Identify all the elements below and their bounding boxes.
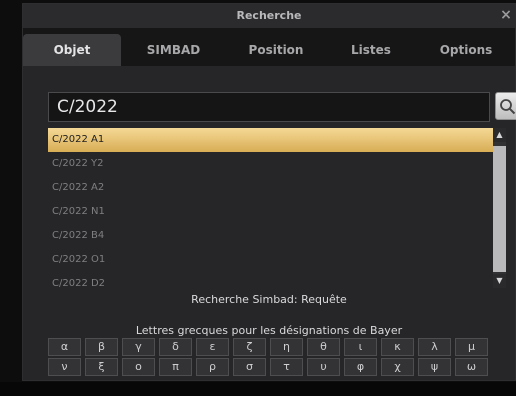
greek-letter-button[interactable]: ζ [233, 338, 266, 356]
list-item[interactable]: C/2022 Y2 [48, 152, 494, 176]
greek-letter-button[interactable]: σ [233, 358, 266, 376]
greek-letter-button[interactable]: τ [270, 358, 303, 376]
results-list: C/2022 A1 C/2022 Y2 C/2022 A2 C/2022 N1 … [48, 128, 506, 288]
greek-letter-button[interactable]: χ [381, 358, 414, 376]
window-title: Recherche [236, 9, 302, 22]
tab-listes[interactable]: Listes [331, 34, 411, 66]
greek-letter-button[interactable]: ε [196, 338, 229, 356]
greek-letter-button[interactable]: ξ [85, 358, 118, 376]
bottom-strip [0, 382, 516, 396]
greek-letter-button[interactable]: φ [344, 358, 377, 376]
greek-letter-button[interactable]: υ [307, 358, 340, 376]
greek-letter-button[interactable]: ω [455, 358, 488, 376]
search-icon [500, 99, 516, 115]
simbad-status: Recherche Simbad: Requête [191, 293, 347, 306]
list-item[interactable]: C/2022 N1 [48, 200, 494, 224]
greek-letter-button[interactable]: δ [159, 338, 192, 356]
greek-letter-button[interactable]: μ [455, 338, 488, 356]
greek-letter-button[interactable]: α [48, 338, 81, 356]
greek-letter-button[interactable]: θ [307, 338, 340, 356]
objet-panel: C/2022 C/2022 A1 C/2022 Y2 C/2022 A2 C/2… [23, 66, 516, 380]
greek-letter-button[interactable]: κ [381, 338, 414, 356]
greek-letter-button[interactable]: η [270, 338, 303, 356]
list-item[interactable]: C/2022 D2 [48, 272, 494, 288]
greek-letter-button[interactable]: λ [418, 338, 451, 356]
greek-letter-button[interactable]: π [159, 358, 192, 376]
list-item[interactable]: C/2022 B4 [48, 224, 494, 248]
greek-letter-button[interactable]: γ [122, 338, 155, 356]
search-input[interactable]: C/2022 [48, 92, 490, 122]
tab-bar: Objet SIMBAD Position Listes Options [23, 28, 515, 66]
list-item[interactable]: C/2022 O1 [48, 248, 494, 272]
tab-objet[interactable]: Objet [23, 34, 121, 66]
search-button[interactable] [495, 92, 516, 120]
greek-letter-button[interactable]: ψ [418, 358, 451, 376]
greek-letter-button[interactable]: ρ [196, 358, 229, 376]
greek-letter-button[interactable]: ο [122, 358, 155, 376]
tab-simbad[interactable]: SIMBAD [126, 34, 221, 66]
search-window: Recherche × Objet SIMBAD Position Listes… [22, 3, 516, 381]
greek-letters-label: Lettres grecques pour les désignations d… [135, 324, 403, 337]
tab-position[interactable]: Position [226, 34, 326, 66]
scroll-up-icon[interactable]: ▲ [493, 128, 506, 142]
greek-letter-button[interactable]: ι [344, 338, 377, 356]
list-item[interactable]: C/2022 A1 [48, 128, 494, 152]
list-item[interactable]: C/2022 A2 [48, 176, 494, 200]
close-icon[interactable]: × [499, 4, 513, 28]
tab-options[interactable]: Options [416, 34, 516, 66]
greek-letter-button[interactable]: ν [48, 358, 81, 376]
results-scrollbar[interactable]: ▲ ▼ [493, 128, 506, 288]
greek-letter-button[interactable]: β [85, 338, 118, 356]
title-bar[interactable]: Recherche × [23, 4, 515, 29]
scroll-down-icon[interactable]: ▼ [493, 274, 506, 288]
scroll-thumb[interactable] [493, 146, 506, 272]
